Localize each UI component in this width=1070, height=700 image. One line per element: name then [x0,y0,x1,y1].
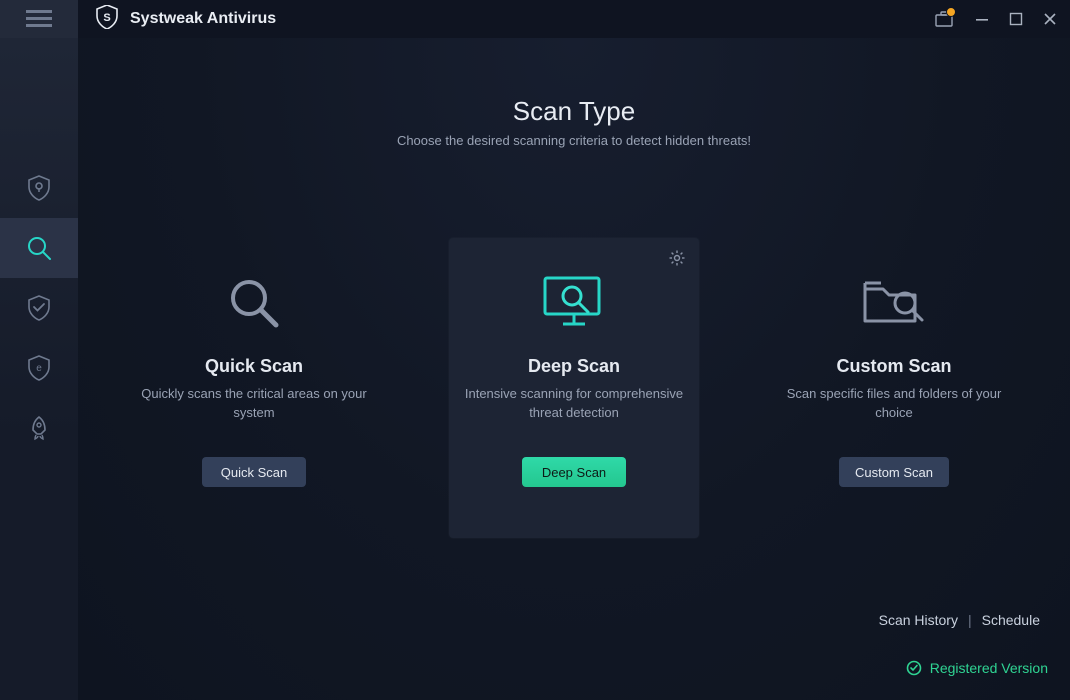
sidebar-item-exploit[interactable]: e [0,338,78,398]
shield-icon [27,175,51,201]
gear-icon[interactable] [669,250,685,271]
check-circle-icon [906,660,922,676]
card-desc: Intensive scanning for comprehensive thr… [449,385,699,433]
card-deep-scan[interactable]: Deep Scan Intensive scanning for compreh… [449,238,699,538]
deep-scan-button[interactable]: Deep Scan [522,457,626,487]
magnifier-icon [224,268,284,338]
scan-cards: Quick Scan Quickly scans the critical ar… [78,238,1070,538]
menu-button[interactable] [0,0,78,38]
schedule-link[interactable]: Schedule [982,612,1040,628]
titlebar: S Systweak Antivirus [0,0,1070,38]
app-logo-icon: S [96,5,118,34]
card-quick-scan[interactable]: Quick Scan Quickly scans the critical ar… [129,238,379,538]
card-title: Deep Scan [528,356,620,377]
notification-badge [946,7,956,17]
card-title: Custom Scan [836,356,951,377]
main-content: Scan Type Choose the desired scanning cr… [78,38,1070,700]
card-desc: Scan specific files and folders of your … [769,385,1019,433]
minimize-button[interactable] [968,5,996,33]
card-desc: Quickly scans the critical areas on your… [129,385,379,433]
sidebar-item-scan[interactable] [0,218,78,278]
shield-e-icon: e [27,355,51,381]
quick-scan-button[interactable]: Quick Scan [202,457,306,487]
app-title: Systweak Antivirus [130,10,276,28]
sidebar-item-optimize[interactable] [0,398,78,458]
custom-scan-button[interactable]: Custom Scan [839,457,949,487]
svg-text:S: S [103,12,110,24]
notifications-button[interactable] [930,5,958,33]
maximize-button[interactable] [1002,5,1030,33]
sidebar-item-realtime[interactable] [0,278,78,338]
page-subtitle: Choose the desired scanning criteria to … [78,133,1070,148]
page-title: Scan Type [78,96,1070,127]
rocket-icon [27,415,51,441]
magnifier-icon [26,235,52,261]
svg-text:e: e [36,363,42,374]
folder-scan-icon [859,268,929,338]
license-label: Registered Version [930,660,1048,676]
footer-links: Scan History | Schedule [879,612,1040,628]
card-title: Quick Scan [205,356,303,377]
card-custom-scan[interactable]: Custom Scan Scan specific files and fold… [769,238,1019,538]
sidebar: e [0,38,78,700]
scan-history-link[interactable]: Scan History [879,612,958,628]
monitor-scan-icon [539,268,609,338]
separator: | [968,612,972,628]
shield-check-icon [27,295,51,321]
close-button[interactable] [1036,5,1064,33]
license-status: Registered Version [906,660,1048,676]
sidebar-item-protection[interactable] [0,158,78,218]
hamburger-icon [26,10,52,28]
